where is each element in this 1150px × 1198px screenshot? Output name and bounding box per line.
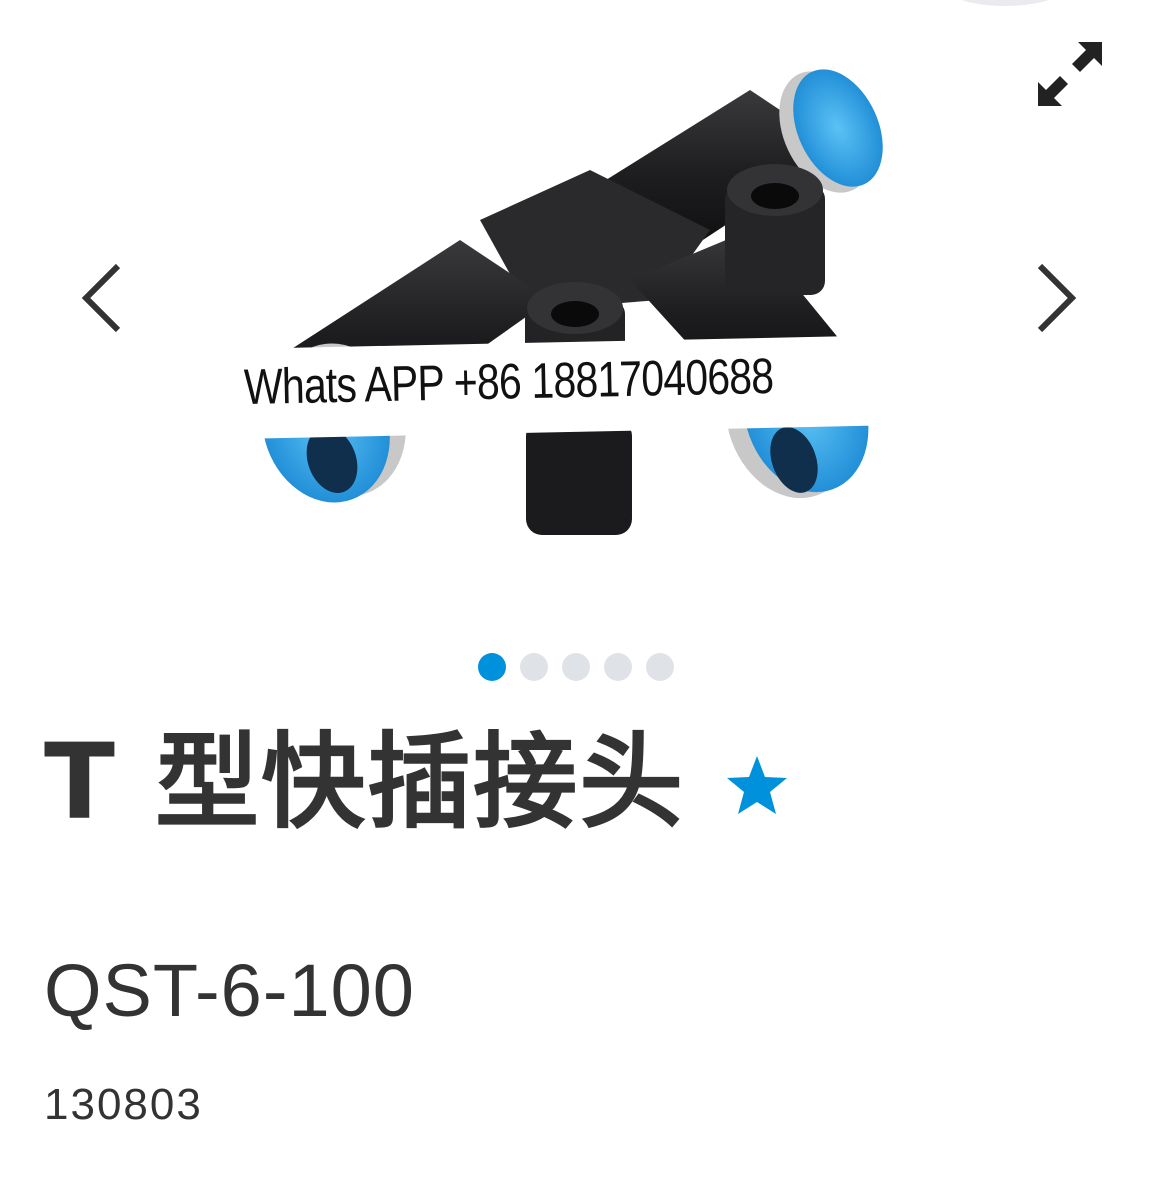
- product-image[interactable]: [230, 40, 930, 560]
- chevron-left-icon[interactable]: [72, 258, 132, 338]
- carousel-dot-3[interactable]: [562, 653, 590, 681]
- product-title-row: T 型快插接头: [44, 722, 789, 842]
- carousel-dot-2[interactable]: [520, 653, 548, 681]
- carousel-pagination: [478, 653, 674, 683]
- watermark-text: Whats APP +86 18817040688: [243, 347, 774, 415]
- expand-arrows-icon[interactable]: [1034, 38, 1106, 110]
- carousel-dot-1[interactable]: [478, 653, 506, 681]
- carousel-dot-5[interactable]: [646, 653, 674, 681]
- star-icon[interactable]: [725, 754, 789, 818]
- top-bar-shadow: [940, 0, 1070, 6]
- product-title: T 型快插接头: [44, 721, 686, 843]
- product-image-gallery: Whats APP +86 18817040688: [0, 0, 1150, 640]
- chevron-right-icon[interactable]: [1026, 258, 1086, 338]
- part-number: 130803: [44, 1080, 203, 1129]
- carousel-dot-4[interactable]: [604, 653, 632, 681]
- product-model: QST-6-100: [44, 949, 415, 1032]
